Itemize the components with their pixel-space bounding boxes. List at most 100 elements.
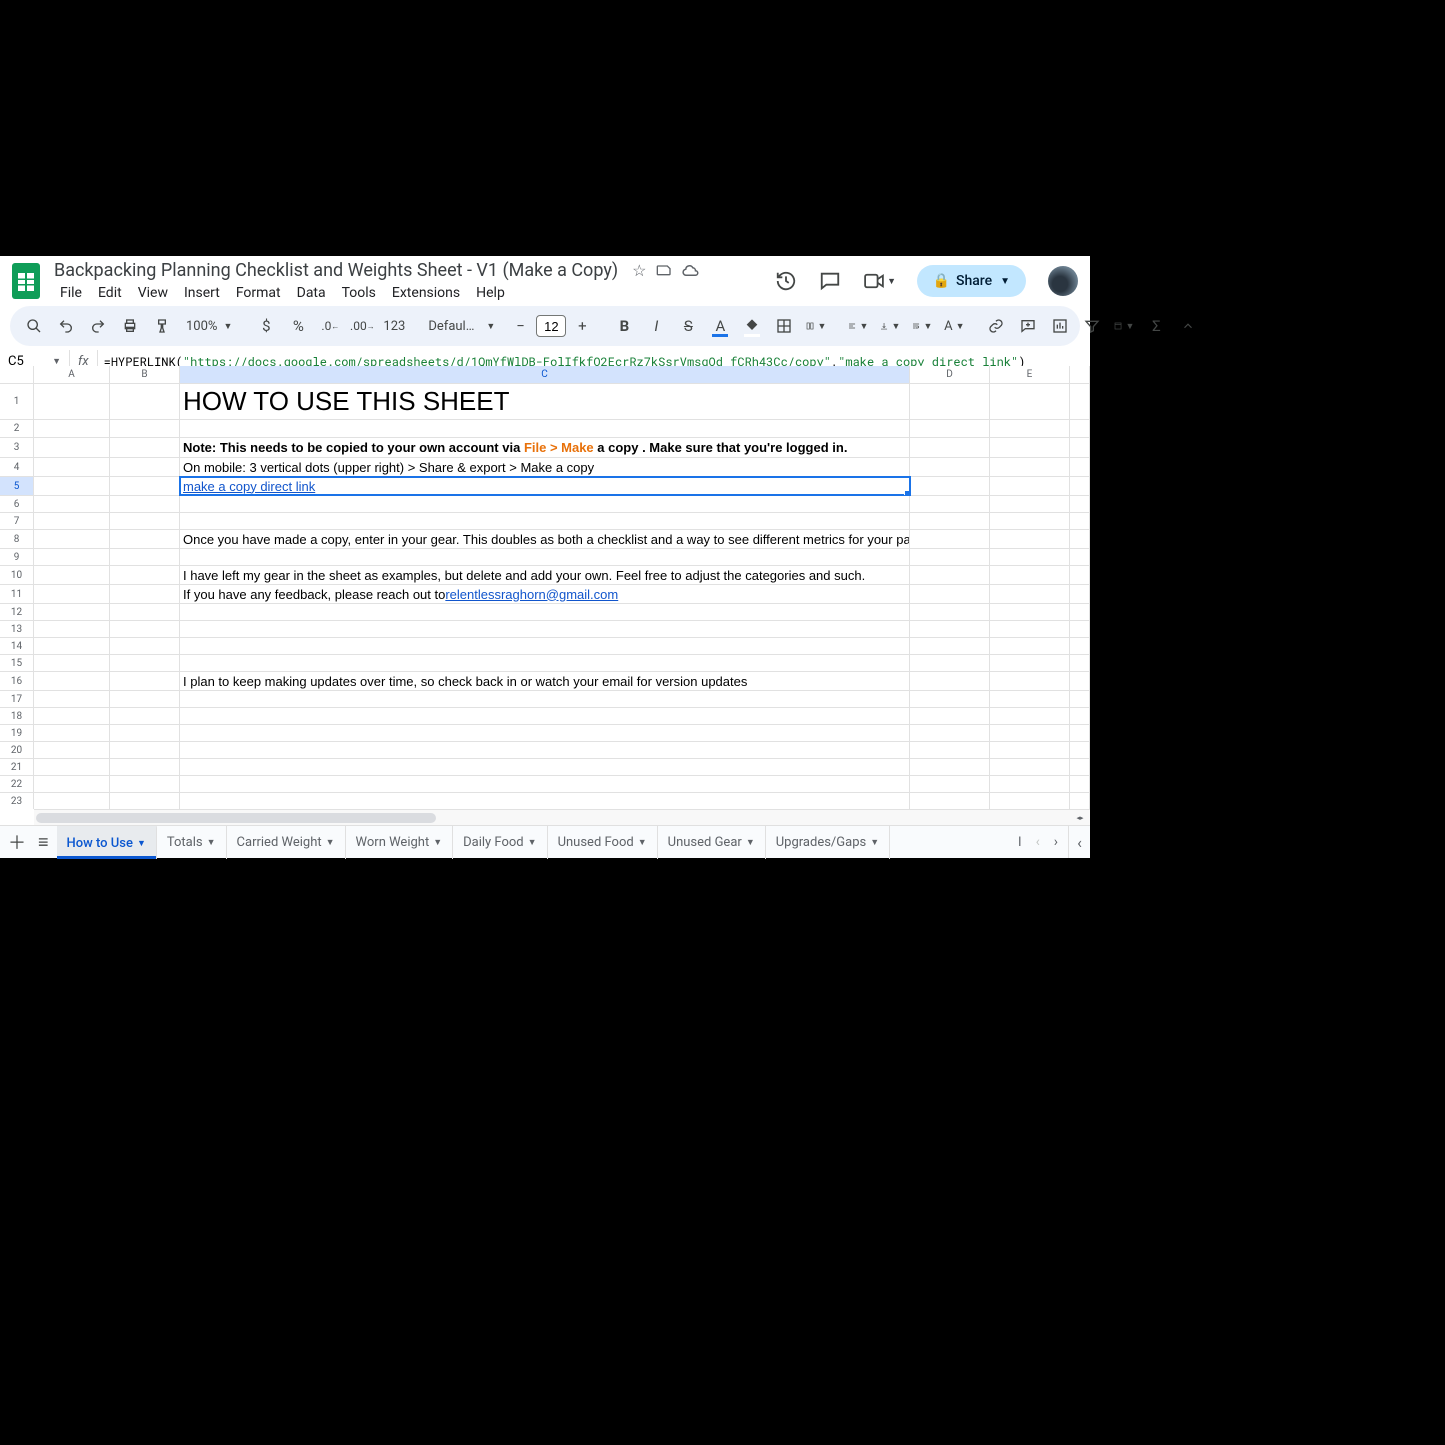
scroll-arrows[interactable]: ◂▸ [1070,809,1090,825]
cell[interactable] [110,549,180,565]
cell[interactable] [34,549,110,565]
row-header[interactable]: 6 [0,496,34,512]
cell[interactable]: make a copy direct link [180,477,910,495]
cell[interactable] [34,420,110,437]
cell[interactable] [34,725,110,741]
wrap-icon[interactable]: ▼ [908,312,936,340]
row-header[interactable]: 8 [0,530,34,548]
cell[interactable] [910,776,990,792]
cell[interactable] [990,530,1070,548]
cell[interactable] [1070,672,1090,690]
cell[interactable] [1070,638,1090,654]
share-button[interactable]: 🔒 Share ▼ [917,265,1026,297]
menu-file[interactable]: File [54,283,88,303]
cell[interactable] [1070,742,1090,758]
cell[interactable] [34,691,110,707]
cell[interactable] [180,496,910,512]
cell[interactable] [1070,566,1090,584]
cell[interactable] [990,708,1070,724]
tab-menu-icon[interactable]: ▼ [528,837,537,848]
cell[interactable] [990,604,1070,620]
row-header[interactable]: 3 [0,438,34,457]
cell[interactable] [180,655,910,671]
cell[interactable] [990,458,1070,476]
cell[interactable] [110,708,180,724]
sheet-tab-upgrades-gaps[interactable]: Upgrades/Gaps▼ [766,826,890,859]
cell[interactable] [910,621,990,637]
cell[interactable]: I plan to keep making updates over time,… [180,672,910,690]
cell[interactable] [990,655,1070,671]
cell[interactable] [1070,420,1090,437]
menu-insert[interactable]: Insert [178,283,226,303]
row-header[interactable]: 7 [0,513,34,529]
cell[interactable] [34,655,110,671]
cell[interactable] [990,725,1070,741]
filter-views-icon[interactable]: ▼ [1110,312,1138,340]
cell[interactable]: Once you have made a copy, enter in your… [180,530,910,548]
redo-icon[interactable] [84,312,112,340]
sheet-tab-totals[interactable]: Totals▼ [157,826,227,859]
cell[interactable] [910,691,990,707]
collapse-toolbar-icon[interactable] [1174,312,1202,340]
paint-format-icon[interactable] [148,312,176,340]
fill-color-icon[interactable] [738,312,766,340]
zoom-select[interactable]: 100%▼ [180,319,238,334]
merge-icon[interactable]: ▼ [802,312,830,340]
cell[interactable] [1070,691,1090,707]
cell[interactable] [180,604,910,620]
cell[interactable] [34,621,110,637]
cell[interactable] [990,384,1070,419]
col-header-b[interactable]: B [110,366,180,383]
cell[interactable] [990,742,1070,758]
row-header[interactable]: 21 [0,759,34,775]
tab-menu-icon[interactable]: ▼ [326,837,335,848]
tab-menu-icon[interactable]: ▼ [638,837,647,848]
row-header[interactable]: 4 [0,458,34,476]
meet-icon[interactable]: ▼ [861,268,899,294]
col-header-e[interactable]: E [990,366,1070,383]
row-header[interactable]: 17 [0,691,34,707]
cell[interactable] [34,638,110,654]
cell[interactable] [110,438,180,457]
cell[interactable] [110,566,180,584]
star-icon[interactable]: ☆ [632,261,646,280]
cell[interactable] [990,759,1070,775]
history-icon[interactable] [773,268,799,294]
cell[interactable] [1070,759,1090,775]
cell[interactable] [990,477,1070,495]
cell[interactable] [1070,621,1090,637]
cell[interactable] [910,477,990,495]
row-header[interactable]: 23 [0,793,34,809]
sheet-tab-how-to-use[interactable]: How to Use▼ [57,826,157,859]
increase-font-icon[interactable]: + [568,312,596,340]
cell[interactable] [990,566,1070,584]
cell[interactable] [1070,585,1090,603]
cell[interactable] [34,496,110,512]
row-header[interactable]: 20 [0,742,34,758]
side-panel-toggle-icon[interactable]: ‹ [1068,826,1090,858]
cell[interactable] [1070,793,1090,809]
cell[interactable] [1070,708,1090,724]
menu-format[interactable]: Format [230,283,287,303]
cell[interactable] [110,621,180,637]
cell[interactable] [1070,513,1090,529]
cell[interactable] [910,530,990,548]
cell[interactable] [34,793,110,809]
row-header[interactable]: 22 [0,776,34,792]
cell[interactable] [110,638,180,654]
link-icon[interactable] [982,312,1010,340]
doc-title[interactable]: Backpacking Planning Checklist and Weigh… [54,260,618,281]
halign-icon[interactable]: ▼ [844,312,872,340]
menu-data[interactable]: Data [291,283,332,303]
print-icon[interactable] [116,312,144,340]
cell[interactable] [910,655,990,671]
cell[interactable]: Note: This needs to be copied to your ow… [180,438,910,457]
cell[interactable] [110,496,180,512]
cell[interactable] [1070,438,1090,457]
cell[interactable] [910,793,990,809]
cell[interactable] [180,725,910,741]
sheets-logo-icon[interactable] [12,263,40,299]
cloud-icon[interactable] [682,263,700,277]
cell[interactable] [990,793,1070,809]
row-header[interactable]: 15 [0,655,34,671]
